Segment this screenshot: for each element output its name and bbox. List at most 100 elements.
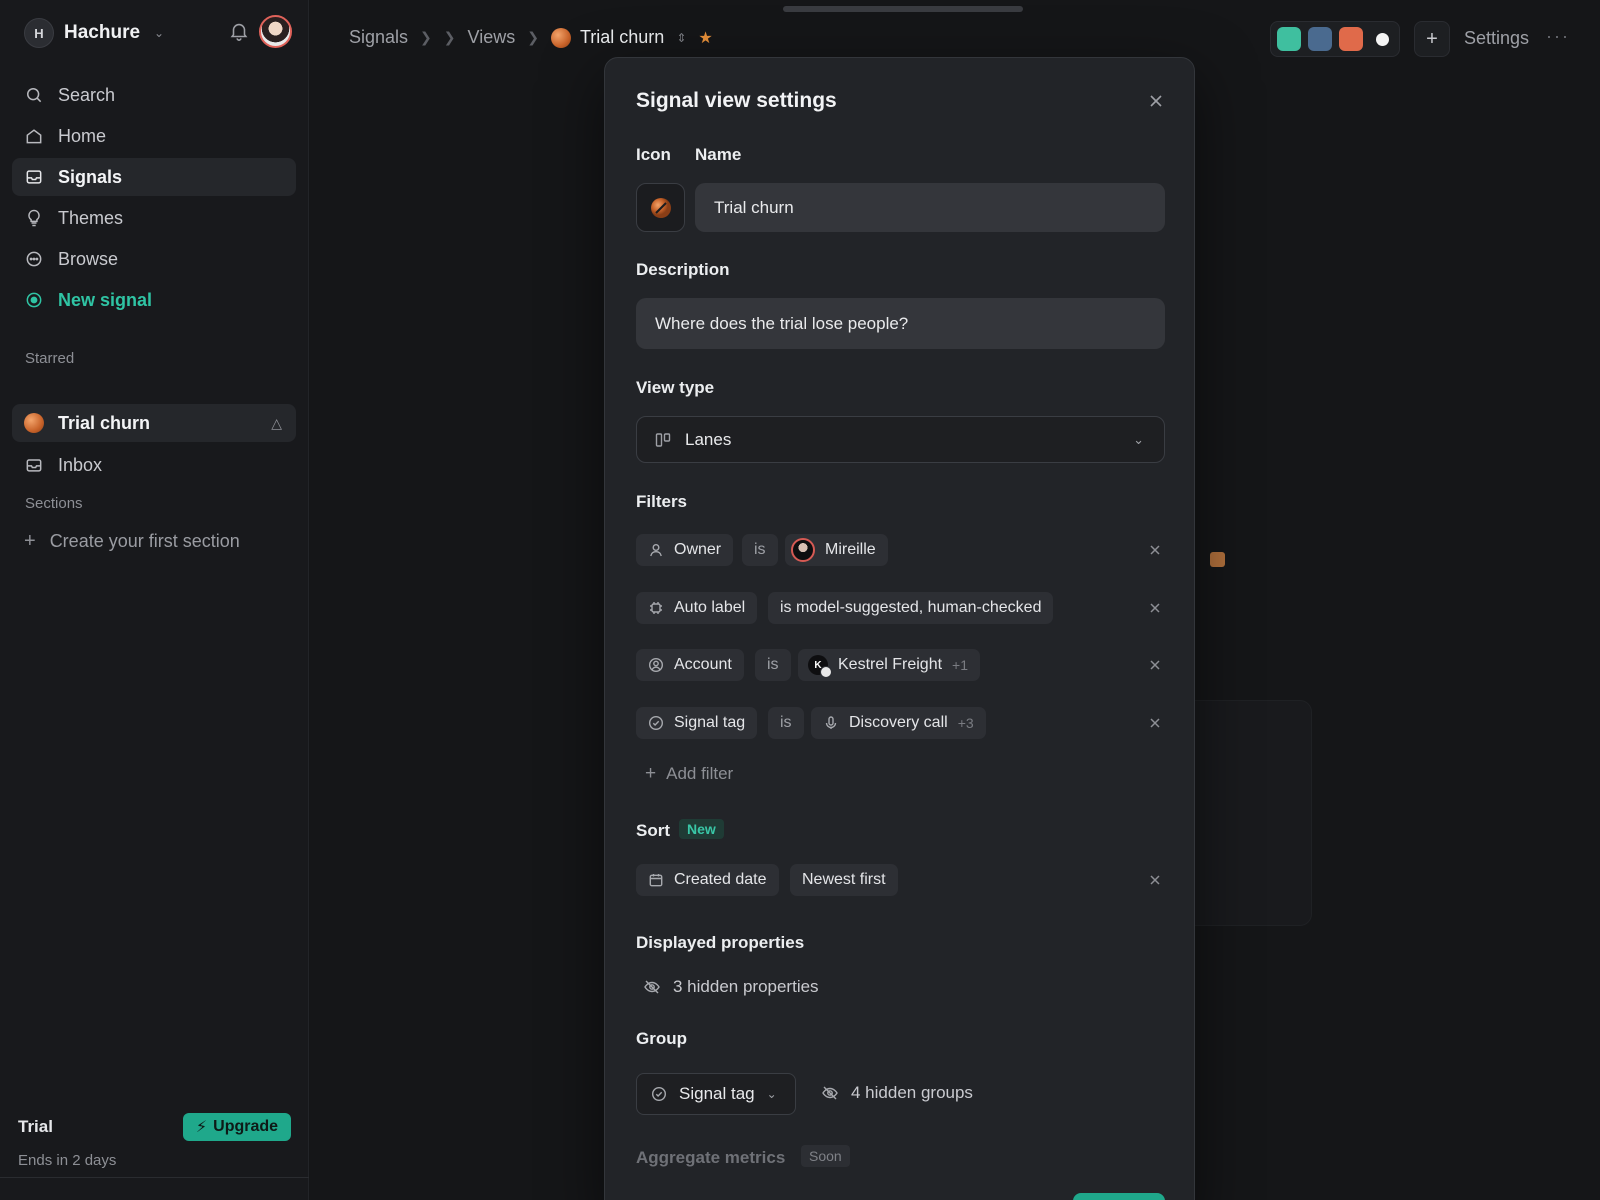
icon-picker[interactable] — [636, 183, 685, 232]
new-badge: New — [679, 819, 724, 839]
swatch-orange — [1339, 27, 1363, 51]
filter-field-signal-tag[interactable]: Signal tag — [636, 707, 758, 739]
plus-icon: + — [1426, 27, 1438, 50]
create-section-label: Create your first section — [49, 531, 240, 551]
sort-field[interactable]: Created date — [636, 864, 779, 896]
filter-value-account[interactable]: K Kestrel Freight +1 — [798, 649, 981, 681]
sidebar-item-signals[interactable]: Signals — [12, 158, 296, 196]
user-avatar[interactable] — [259, 15, 292, 48]
filter-field-label: Owner — [674, 541, 722, 558]
view-type-select[interactable]: Lanes ⌄ — [636, 416, 1165, 463]
drag-handle[interactable] — [783, 6, 1023, 12]
group-select[interactable]: Signal tag ⌄ — [636, 1073, 796, 1115]
save-button[interactable] — [1073, 1193, 1165, 1200]
add-filter-button[interactable]: + Add filter — [645, 763, 733, 785]
view-type-value: Lanes — [685, 429, 732, 449]
chevron-updown-icon[interactable]: ⇕ — [676, 31, 686, 45]
filter-field-account[interactable]: Account — [636, 649, 744, 681]
close-icon[interactable] — [1146, 91, 1166, 111]
sidebar-item-trial-churn[interactable]: Trial churn △ — [12, 404, 296, 442]
inbox-icon — [26, 459, 42, 472]
sidebar-item-label: Search — [58, 84, 116, 105]
breadcrumb-signals[interactable]: Signals — [349, 27, 408, 48]
inbox-icon — [26, 170, 42, 184]
plus-icon: + — [24, 530, 36, 552]
remove-filter-icon[interactable] — [1147, 657, 1163, 673]
filter-value-auto-label[interactable]: is model-suggested, human-checked — [768, 592, 1054, 624]
filter-operator[interactable]: is — [755, 649, 791, 681]
workspace-name: Hachure — [64, 22, 141, 43]
more-icon[interactable]: ··· — [1546, 26, 1570, 47]
upgrade-label: Upgrade — [213, 1118, 279, 1135]
collaborator-swatches[interactable] — [1270, 21, 1400, 57]
search-icon — [27, 88, 42, 103]
chevron-down-icon: ⌄ — [154, 26, 165, 40]
sidebar-item-label: Trial churn — [58, 412, 151, 433]
lightbulb-icon — [28, 209, 40, 227]
sidebar-item-themes[interactable]: Themes — [12, 199, 296, 237]
filter-operator[interactable]: is — [742, 534, 778, 566]
chevron-right-icon: ❯ — [420, 29, 432, 45]
description-input[interactable]: Where does the trial lose people? — [636, 298, 1165, 349]
remove-sort-icon[interactable] — [1147, 872, 1163, 888]
orb-icon — [24, 413, 44, 433]
description-label: Description — [636, 260, 730, 279]
settings-link[interactable]: Settings — [1464, 28, 1529, 49]
filter-extra-count: +3 — [957, 715, 974, 731]
filter-field-owner[interactable]: Owner — [636, 534, 734, 566]
sidebar-item-home[interactable]: Home — [12, 117, 296, 155]
displayed-properties-label: Displayed properties — [636, 933, 805, 952]
filter-value-signal-tag[interactable]: Discovery call +3 — [811, 707, 986, 739]
filter-field-label: Signal tag — [674, 714, 746, 731]
breadcrumb-views[interactable]: Views — [468, 27, 516, 48]
bell-icon[interactable] — [228, 20, 250, 42]
breadcrumb-current-label: Trial churn — [579, 27, 665, 47]
remove-filter-icon[interactable] — [1147, 542, 1163, 558]
sidebar-item-browse[interactable]: Browse — [12, 240, 296, 278]
workspace-switcher[interactable]: H Hachure ⌄ — [24, 18, 164, 48]
lanes-icon — [655, 432, 671, 447]
sidebar-item-new-signal[interactable]: New signal — [12, 281, 296, 319]
upgrade-button[interactable]: ⚡︎ Upgrade — [183, 1113, 291, 1141]
sidebar-item-label: Themes — [58, 207, 124, 228]
add-button[interactable]: + — [1414, 21, 1450, 57]
signal-view-settings-modal: Signal view settings Icon Name Trial chu… — [604, 57, 1195, 1200]
hidden-groups-button[interactable]: 4 hidden groups — [821, 1083, 973, 1103]
account-avatar: K — [808, 655, 832, 678]
sidebar-item-search[interactable]: Search — [12, 76, 296, 114]
remove-filter-icon[interactable] — [1147, 715, 1163, 731]
create-section-button[interactable]: + Create your first section — [24, 530, 240, 553]
chevron-right-icon: ❯ — [443, 29, 456, 45]
filter-value-owner[interactable]: Mireille — [785, 534, 888, 566]
sidebar-item-inbox[interactable]: Inbox — [12, 446, 296, 484]
remove-filter-icon[interactable] — [1147, 600, 1163, 616]
sidebar-item-label: Home — [58, 125, 107, 146]
chevron-down-icon: ⌄ — [766, 1087, 777, 1101]
hidden-properties-button[interactable]: 3 hidden properties — [643, 977, 819, 997]
sidebar-item-label: Signals — [58, 166, 123, 187]
add-filter-label: Add filter — [666, 764, 734, 783]
sort-label: Sort — [636, 821, 670, 840]
breadcrumb-current[interactable]: Trial churn — [550, 27, 665, 48]
filter-field-auto-label[interactable]: Auto label — [636, 592, 758, 624]
filter-value-label: Kestrel Freight — [838, 656, 943, 673]
starred-heading: Starred — [25, 350, 75, 367]
modal-title: Signal view settings — [636, 89, 837, 112]
orb-icon — [650, 197, 671, 218]
sort-order[interactable]: Newest first — [790, 864, 898, 896]
swatch-blue — [1308, 27, 1332, 51]
name-label: Name — [695, 145, 742, 164]
sidebar: H Hachure ⌄ Search Home Signals Themes B… — [0, 0, 309, 1200]
filter-operator[interactable]: is — [768, 707, 804, 739]
hidden-groups-label: 4 hidden groups — [851, 1083, 973, 1102]
sidebar-item-label: Browse — [58, 248, 119, 269]
name-input[interactable]: Trial churn — [695, 183, 1165, 232]
star-icon[interactable]: ★ — [698, 28, 712, 48]
group-label: Group — [636, 1029, 687, 1048]
icon-label: Icon — [636, 145, 671, 164]
orb-icon — [550, 27, 571, 48]
trial-label: Trial — [18, 1117, 53, 1136]
account-icon — [648, 657, 664, 673]
sidebar-item-label: Inbox — [58, 454, 103, 475]
filter-value-label: Discovery call — [849, 714, 948, 731]
